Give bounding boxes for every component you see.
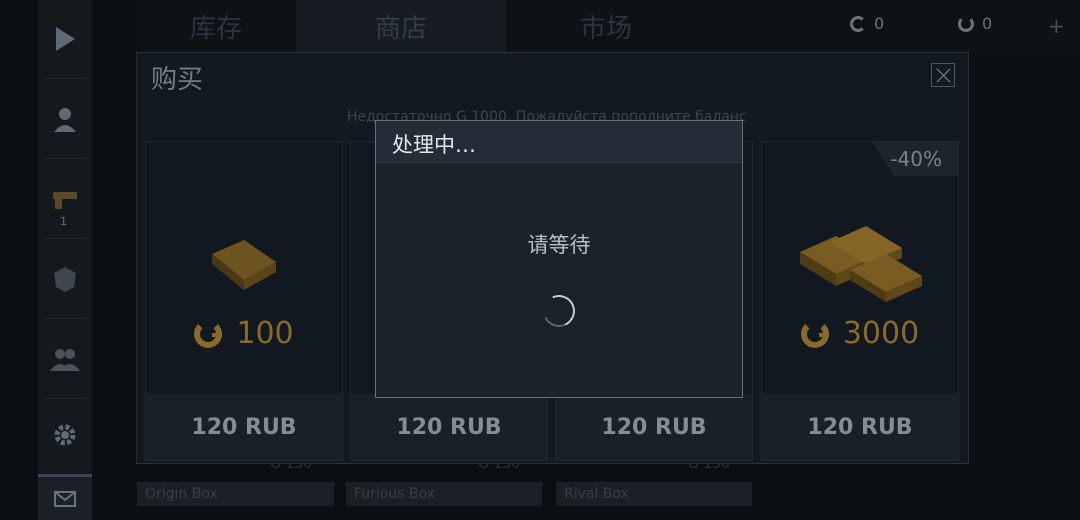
processing-modal: 处理中… 请等待 (375, 120, 743, 398)
gold-amount-value: 3000 (842, 316, 920, 351)
tab-label: 库存 (189, 13, 242, 44)
sidebar-divider (44, 238, 86, 239)
sidebar-item-clan[interactable] (38, 244, 92, 314)
emblem-icon (54, 267, 76, 292)
friends-icon (50, 349, 80, 371)
tab-market[interactable]: 市场 (506, 0, 706, 52)
dialog-title: 购买 (151, 65, 204, 95)
tab-shop[interactable]: 商店 (296, 0, 506, 52)
c-currency: 0 (850, 14, 884, 33)
tab-label: 商店 (374, 13, 427, 44)
price-button[interactable]: 120 RUB (146, 394, 342, 460)
sidebar-divider (44, 318, 86, 319)
loading-spinner-icon (538, 290, 580, 332)
profile-icon (54, 108, 76, 132)
modal-title: 处理中… (392, 133, 476, 157)
shop-item-label[interactable]: Furious Box (346, 482, 542, 506)
c-coin-icon (850, 15, 866, 32)
g-coin-icon (958, 15, 974, 32)
weapon-count: 1 (60, 215, 67, 228)
sidebar-item-weapons[interactable]: 1 (38, 164, 92, 234)
tab-inventory[interactable]: 库存 (136, 0, 296, 52)
gold-pack-card[interactable]: -40% 3000 120 RUB (761, 141, 959, 461)
add-currency-icon[interactable]: + (1048, 14, 1065, 38)
sidebar-divider (44, 398, 86, 399)
g-coin-icon (194, 319, 223, 348)
gold-amount: 100 (146, 316, 342, 351)
price-button[interactable]: 120 RUB (762, 394, 958, 460)
modal-header: 处理中… (376, 121, 742, 163)
play-icon (56, 27, 75, 51)
g-currency-value: 0 (982, 14, 993, 33)
gold-amount: 3000 (762, 316, 958, 351)
g-currency: 0 (958, 14, 992, 33)
tab-label: 市场 (579, 13, 632, 44)
sidebar-item-mail[interactable] (38, 474, 92, 520)
shop-item-label[interactable]: Origin Box (137, 482, 334, 506)
top-tab-bar: 库存 商店 市场 0 + 0 (136, 0, 1080, 52)
price-button[interactable]: 120 RUB (556, 394, 752, 460)
modal-message: 请等待 (527, 233, 591, 257)
price-button[interactable]: 120 RUB (351, 394, 547, 460)
gold-bars-icon (800, 226, 922, 302)
discount-badge: -40% (872, 142, 958, 176)
gold-bar-icon (212, 240, 276, 290)
sidebar-divider (44, 78, 86, 79)
gear-icon (54, 424, 76, 446)
sidebar: 1 (38, 0, 92, 520)
sidebar-item-play[interactable] (38, 4, 92, 74)
g-coin-icon (800, 319, 829, 348)
mail-icon (54, 490, 76, 507)
shop-item-label[interactable]: Rival Box (556, 482, 752, 506)
weapon-icon (53, 192, 77, 209)
gold-amount-value: 100 (236, 316, 294, 351)
sidebar-item-friends[interactable] (38, 324, 92, 394)
c-currency-value: 0 (874, 14, 885, 33)
sidebar-item-profile[interactable] (38, 84, 92, 154)
gold-pack-card[interactable]: 100 120 RUB (145, 141, 343, 461)
close-icon[interactable] (931, 63, 955, 87)
sidebar-divider (44, 158, 86, 159)
sidebar-item-settings[interactable] (38, 400, 92, 470)
